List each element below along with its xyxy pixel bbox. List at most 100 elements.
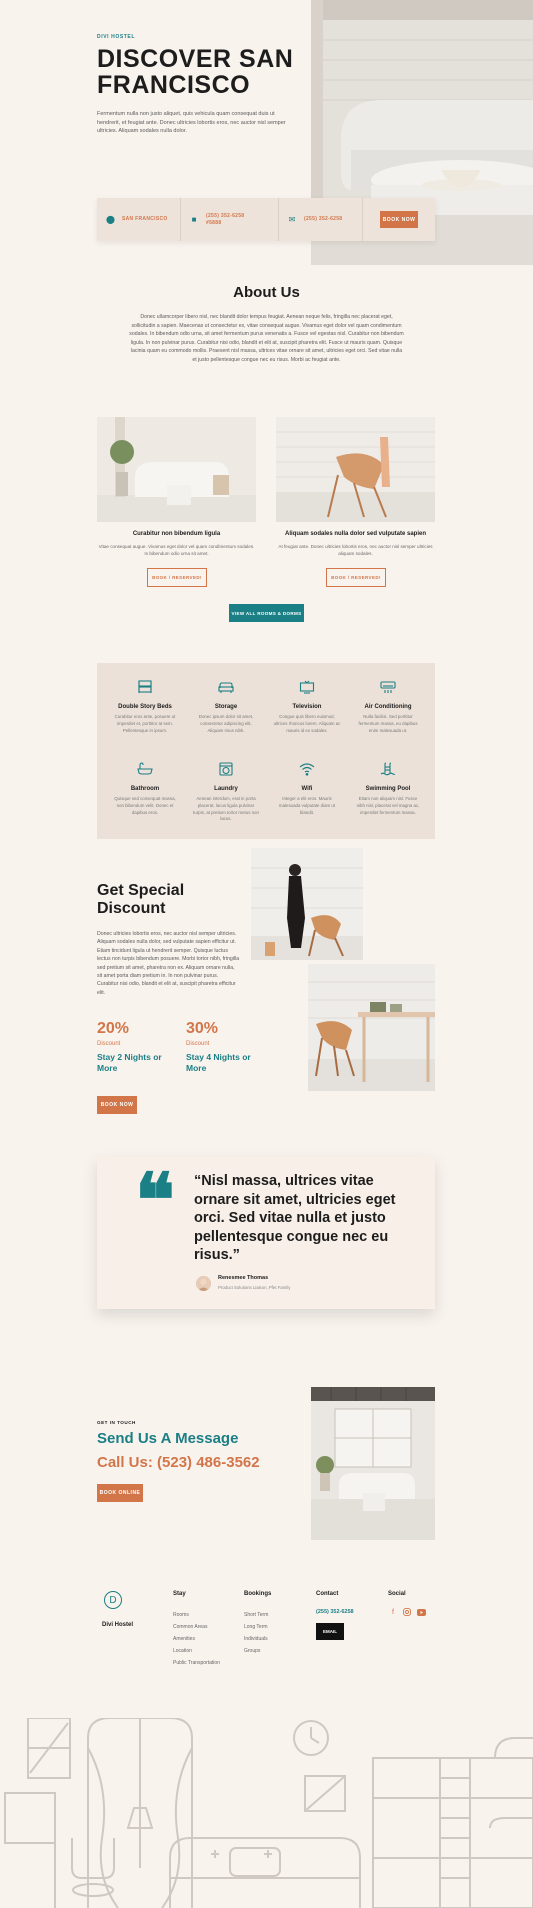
amenity-desc: Nulla facilisi. Sed porttitor fermentum … (358, 714, 418, 733)
mail-icon: ✉ (288, 215, 296, 224)
amenity-title: Storage (214, 704, 238, 710)
room-book-button-1[interactable]: BOOK / RESERVED! (147, 568, 207, 587)
hero-label: DIVI HOSTEL (97, 34, 135, 40)
youtube-icon[interactable] (416, 1607, 426, 1617)
footer-contact-heading: Contact (316, 1591, 339, 1597)
amenity-desc: Integer a elit eros. Mauris malesuada vu… (278, 796, 336, 815)
footer-bookings-list: Short Term Long Term Individuals Groups (244, 1609, 268, 1657)
room-title-2: Aliquam sodales nulla dolor sed vulputat… (284, 531, 427, 537)
footer-bookings-heading: Bookings (244, 1591, 272, 1597)
amenity-title: Air Conditioning (364, 704, 412, 710)
bed-icon (138, 680, 152, 693)
room-title-1: Curabitur non bibendum ligula (132, 531, 221, 537)
washer-icon (219, 762, 233, 776)
footer-link[interactable]: Rooms (173, 1609, 220, 1621)
briefcase-icon: ■ (191, 215, 197, 224)
amenity-title: Wifi (301, 786, 313, 792)
amenity-desc: Donec ipsum dolor sit amet, consectetur … (198, 714, 254, 733)
discount-book-button[interactable]: BOOK NOW (97, 1096, 137, 1114)
amenity-desc: Etiam non aliquam nisl. Fusce nibh nisl,… (356, 796, 420, 815)
address-line2: #5888 (206, 219, 222, 226)
book-now-button[interactable]: BOOK NOW (380, 211, 418, 228)
footer-stay-list: Rooms Common Areas Amenities Location Pu… (173, 1609, 220, 1669)
footer-link[interactable]: Public Transportation (173, 1657, 220, 1669)
footer-link[interactable]: Groups (244, 1645, 268, 1657)
amenity-item: Storage Donec ipsum dolor sit amet, cons… (184, 680, 268, 734)
amenity-title: Swimming Pool (365, 786, 411, 792)
footer-link[interactable]: Long Term (244, 1621, 268, 1633)
view-all-rooms-button[interactable]: VIEW ALL ROOMS & DORMS (229, 604, 304, 622)
room-book-button-2[interactable]: BOOK / RESERVED! (326, 568, 386, 587)
room-desc-1: Vitae consequat augue. Vivamus eget dolo… (98, 544, 255, 556)
footer-stay-heading: Stay (173, 1591, 186, 1597)
testimonial-name: Renesmee Thomas (218, 1275, 269, 1281)
footer-link[interactable]: Individuals (244, 1633, 268, 1645)
logo-icon[interactable]: D (104, 1591, 122, 1609)
footer-link[interactable]: Common Areas (173, 1621, 220, 1633)
contact-title: Send Us A Message (97, 1430, 239, 1447)
amenity-desc: Congue quis libero euismod, ultrices rho… (273, 714, 341, 733)
info-location: ⬤ SAN FRANCISCO (97, 198, 181, 241)
info-address: ■ (255) 352-6258 #5888 (181, 198, 279, 241)
wifi-icon (299, 763, 315, 776)
ac-icon (380, 681, 396, 693)
amenity-title: Bathroom (130, 786, 160, 792)
discount-image-2 (308, 964, 435, 1091)
hero-text: Fermentum nulla non justo aliquet, quis … (97, 111, 286, 134)
footer-phone[interactable]: (255) 352-6258 (316, 1609, 354, 1615)
discount-offer-2: 30% Discount Stay 4 Nights or More (186, 1020, 266, 1073)
discount-title: Get Special Discount (97, 882, 185, 917)
contact-label: GET IN TOUCH (97, 1420, 136, 1425)
contact-image (311, 1387, 435, 1540)
avatar (196, 1276, 211, 1291)
sofa-icon (218, 682, 234, 693)
book-online-button[interactable]: BOOK ONLINE (97, 1484, 143, 1502)
contact-phone: Call Us: (523) 486-3562 (97, 1454, 260, 1471)
tv-icon (299, 680, 315, 694)
footer-link[interactable]: Short Term (244, 1609, 268, 1621)
amenity-desc: Quisque sed consequat massa, non bibendu… (114, 796, 176, 815)
hero-title: DISCOVER SAN FRANCISCO (97, 45, 294, 99)
offer-stay: Stay 2 Nights or More (97, 1052, 162, 1073)
pool-icon (380, 762, 396, 776)
footer-link[interactable]: Location (173, 1645, 220, 1657)
amenity-item: Wifi Integer a elit eros. Mauris malesua… (265, 762, 349, 816)
amenity-desc: Curabitur eros ante, posuere ut imperdie… (114, 714, 176, 733)
phone-text: (255) 352-6258 (304, 216, 343, 222)
room-image-1[interactable] (97, 417, 256, 522)
amenity-item: Double Story Beds Curabitur eros ante, p… (103, 680, 187, 734)
footer-link[interactable]: Amenities (173, 1633, 220, 1645)
amenity-title: Double Story Beds (118, 704, 172, 710)
info-bar: ⬤ SAN FRANCISCO ■ (255) 352-6258 #5888 ✉… (97, 198, 435, 241)
testimonial-role: Product Solutions Liaison, Pfet Family (218, 1285, 291, 1290)
room-image-2[interactable] (276, 417, 435, 522)
logo-name[interactable]: Divi Hostel (102, 1622, 133, 1628)
room-illustration (4, 1718, 533, 1908)
facebook-icon[interactable]: f (388, 1607, 398, 1617)
instagram-icon[interactable] (402, 1607, 412, 1617)
amenity-title: Television (292, 704, 322, 710)
bathtub-icon (137, 762, 153, 775)
amenity-item: Air Conditioning Nulla facilisi. Sed por… (346, 680, 430, 734)
offer-percent: 30% (186, 1020, 219, 1037)
discount-image-1 (251, 848, 363, 960)
amenity-item: Laundry Aenean interdum, erat in porta p… (184, 762, 268, 823)
footer-social-heading: Social (388, 1591, 406, 1597)
amenity-desc: Aenean interdum, erat in porta placerat,… (193, 796, 259, 822)
amenity-title: Laundry (214, 786, 238, 792)
discount-offer-1: 20% Discount Stay 2 Nights or More (97, 1020, 177, 1073)
email-button[interactable]: EMAIL (316, 1623, 344, 1640)
quote-icon: ❝ (135, 1158, 175, 1244)
amenity-item: Swimming Pool Etiam non aliquam nisl. Fu… (346, 762, 430, 816)
address-line1: (255) 352-6258 (206, 212, 245, 219)
room-desc-2: At feugiat ante. Donec ultricies loborti… (278, 544, 433, 556)
offer-percent: 20% (97, 1020, 130, 1037)
about-title: About Us (233, 284, 300, 301)
info-phone: ✉ (255) 352-6258 (279, 198, 363, 241)
offer-label: Discount (186, 1041, 210, 1047)
offer-label: Discount (97, 1041, 121, 1047)
discount-text: Donec ultricies lobortis eros, nec aucto… (97, 931, 240, 996)
amenity-item: Bathroom Quisque sed consequat massa, no… (103, 762, 187, 816)
amenity-item: Television Congue quis libero euismod, u… (265, 680, 349, 734)
testimonial-quote: “Nisl massa, ultrices vitae ornare sit a… (194, 1173, 396, 1263)
